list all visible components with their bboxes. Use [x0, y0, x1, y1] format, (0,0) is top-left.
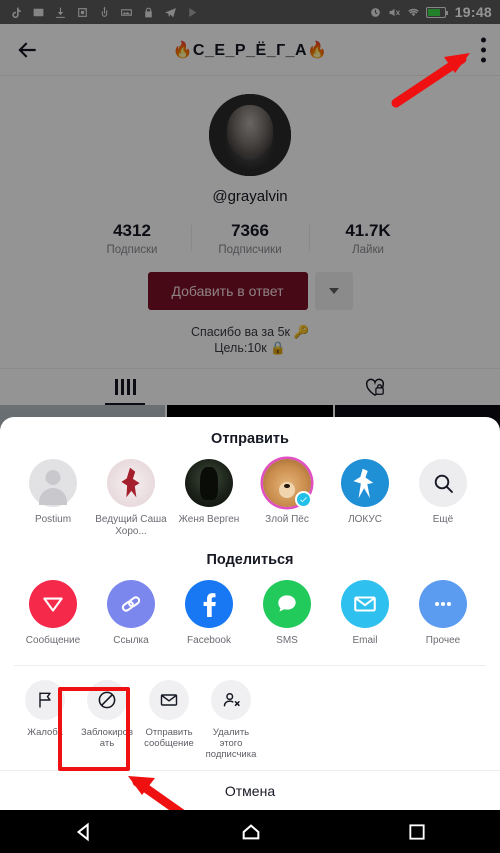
flag-icon — [25, 680, 65, 720]
contact-name: Женя Верген — [178, 514, 240, 525]
search-icon — [419, 459, 467, 507]
share-label: Прочее — [425, 635, 461, 646]
more-dots-icon — [419, 580, 467, 628]
share-row: Сообщение Ссылка Facebook SMS Email Проч… — [0, 568, 500, 651]
person-remove-icon — [211, 680, 251, 720]
home-icon[interactable] — [240, 821, 262, 843]
facebook-icon — [185, 580, 233, 628]
verified-badge-icon — [295, 491, 312, 508]
share-label: Facebook — [187, 635, 231, 646]
action-label: Заблокиров ать — [80, 727, 134, 749]
contact-name: Ведущий Саша Хоро... — [95, 514, 167, 537]
contact-name: Ещё — [432, 514, 454, 525]
block-icon — [87, 680, 127, 720]
share-item-sms[interactable]: SMS — [248, 580, 326, 647]
contact-item[interactable]: Злой Пёс — [248, 459, 326, 538]
share-item-facebook[interactable]: Facebook — [170, 580, 248, 647]
share-item-other[interactable]: Прочее — [404, 580, 482, 647]
action-report[interactable]: Жалоба — [14, 680, 76, 760]
actions-row: Жалоба Заблокиров ать Отправить сообщени… — [0, 666, 500, 770]
contact-item[interactable]: Ведущий Саша Хоро... — [92, 459, 170, 538]
dark-photo-avatar — [185, 459, 233, 507]
share-label: Email — [352, 635, 378, 646]
android-nav-bar — [0, 810, 500, 853]
action-send-message[interactable]: Отправить сообщение — [138, 680, 200, 760]
cancel-row[interactable]: Отмена — [0, 770, 500, 810]
share-section-title: Поделиться — [206, 552, 294, 568]
contact-item[interactable]: Женя Верген — [170, 459, 248, 538]
share-item-link[interactable]: Ссылка — [92, 580, 170, 647]
red-figure-avatar — [107, 459, 155, 507]
default-avatar — [29, 459, 77, 507]
sms-icon — [263, 580, 311, 628]
link-icon — [107, 580, 155, 628]
action-label: Жалоба — [27, 727, 63, 738]
contact-item[interactable]: ЛОКУС — [326, 459, 404, 538]
blue-logo-avatar — [341, 459, 389, 507]
contact-item-more[interactable]: Ещё — [404, 459, 482, 538]
contacts-row: Postium Ведущий Саша Хоро... Женя Верген… — [0, 447, 500, 542]
share-label: Ссылка — [113, 635, 149, 646]
share-item-email[interactable]: Email — [326, 580, 404, 647]
tiktok-direct-icon — [29, 580, 77, 628]
action-label: Отправить сообщение — [144, 727, 194, 749]
action-block[interactable]: Заблокиров ать — [76, 680, 138, 760]
envelope-icon — [149, 680, 189, 720]
share-item-message[interactable]: Сообщение — [14, 580, 92, 647]
square-icon[interactable] — [407, 822, 427, 842]
contact-name: ЛОКУС — [348, 514, 382, 525]
share-bottom-sheet: Отправить Postium Ведущий Саша Хоро... Ж… — [0, 417, 500, 810]
send-section-title: Отправить — [211, 431, 289, 447]
triangle-back-icon[interactable] — [73, 821, 95, 843]
dog-avatar — [263, 459, 312, 508]
share-label: SMS — [276, 635, 298, 646]
action-label: Удалить этого подписчика — [205, 727, 257, 760]
contact-item[interactable]: Postium — [14, 459, 92, 538]
cancel-button[interactable]: Отмена — [225, 783, 275, 799]
action-remove-follower[interactable]: Удалить этого подписчика — [200, 680, 262, 760]
phone-screen: 19:48 🔥C_E_P_Ё_Г_А🔥 @grayalvin 4312 Подп… — [0, 0, 500, 853]
contact-name: Злой Пёс — [265, 514, 309, 525]
share-label: Сообщение — [25, 635, 81, 646]
contact-name: Postium — [34, 514, 72, 525]
email-icon — [341, 580, 389, 628]
